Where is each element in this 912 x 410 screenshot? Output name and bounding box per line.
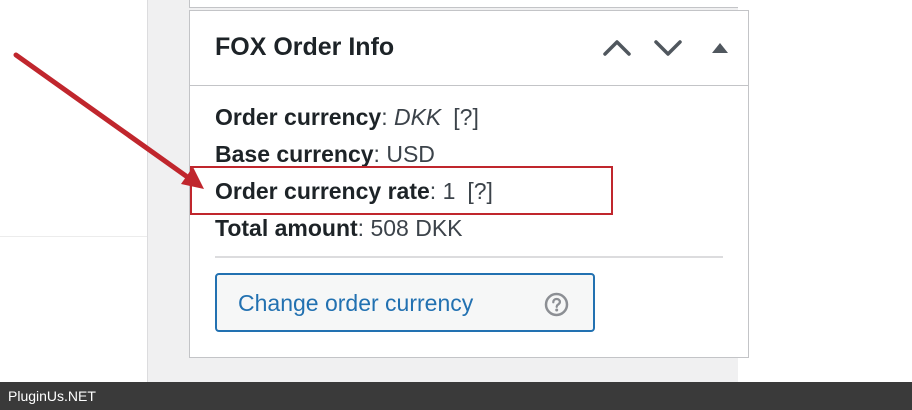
base-currency-row: Base currency: USD bbox=[215, 136, 493, 173]
metabox-title: FOX Order Info bbox=[215, 33, 395, 61]
previous-postbox-edge bbox=[189, 0, 738, 8]
change-order-currency-button[interactable]: Change order currency bbox=[215, 273, 595, 332]
caret-up-icon bbox=[712, 43, 728, 53]
metabox-divider bbox=[215, 256, 723, 258]
order-currency-rate-row: Order currency rate: 1 [?] bbox=[215, 173, 493, 210]
order-currency-rate-value: 1 bbox=[442, 178, 456, 204]
toggle-panel-button[interactable] bbox=[706, 33, 734, 63]
order-currency-label: Order currency bbox=[215, 104, 382, 130]
total-amount-label: Total amount bbox=[215, 215, 358, 241]
label-separator: : bbox=[381, 104, 388, 130]
order-currency-rate-help-link[interactable]: [?] bbox=[467, 178, 493, 204]
order-currency-value: DKK bbox=[393, 104, 442, 130]
label-separator: : bbox=[357, 215, 365, 241]
label-separator: : bbox=[429, 178, 437, 204]
question-circle-icon bbox=[544, 292, 569, 317]
watermark-bar: PluginUs.NET bbox=[0, 382, 912, 410]
base-currency-value: USD bbox=[386, 141, 435, 167]
left-divider bbox=[0, 236, 147, 237]
order-currency-row: Order currency: DKK [?] bbox=[215, 99, 493, 136]
order-currency-rate-label: Order currency rate bbox=[215, 178, 430, 204]
chevron-up-icon bbox=[603, 40, 631, 56]
base-currency-label: Base currency bbox=[215, 141, 374, 167]
watermark-text: PluginUs.NET bbox=[8, 388, 96, 404]
left-content-area bbox=[0, 0, 148, 382]
move-down-button[interactable] bbox=[651, 33, 685, 63]
fox-order-info-metabox: FOX Order Info Order currency: DKK [?] Ba… bbox=[189, 10, 749, 358]
order-currency-help-link[interactable]: [?] bbox=[453, 104, 479, 130]
metabox-inside: Order currency: DKK [?] Base currency: US… bbox=[215, 99, 493, 247]
chevron-down-icon bbox=[654, 40, 682, 56]
metabox-header: FOX Order Info bbox=[190, 11, 748, 86]
label-separator: : bbox=[373, 141, 380, 167]
change-order-currency-label: Change order currency bbox=[238, 290, 474, 316]
right-blank-area bbox=[738, 0, 912, 382]
move-up-button[interactable] bbox=[600, 33, 634, 63]
total-amount-row: Total amount: 508 DKK bbox=[215, 210, 493, 247]
total-amount-value: 508 DKK bbox=[370, 215, 463, 241]
